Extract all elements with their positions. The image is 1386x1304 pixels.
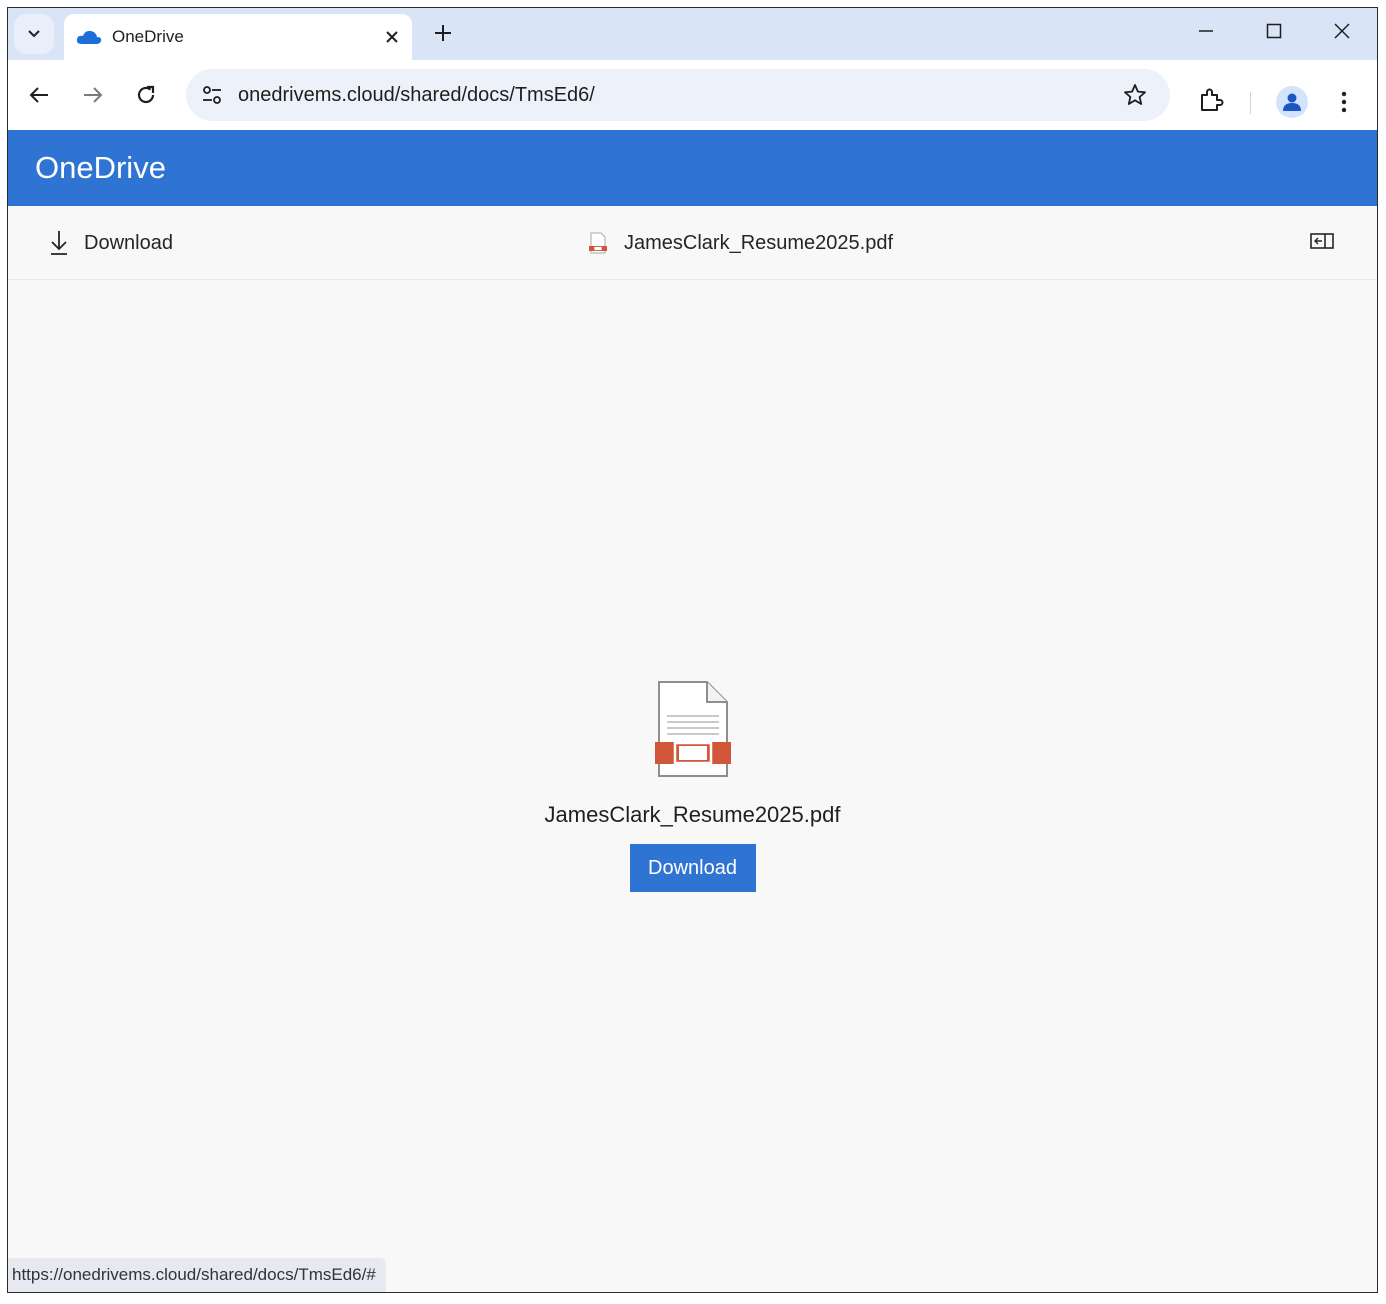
browser-toolbar: onedrivems.cloud/shared/docs/TmsEd6/ bbox=[8, 60, 1377, 130]
onedrive-header: OneDrive bbox=[8, 130, 1377, 206]
minimize-button[interactable] bbox=[1176, 14, 1236, 48]
command-download-label: Download bbox=[84, 231, 173, 254]
plus-icon bbox=[435, 25, 451, 41]
command-download-button[interactable]: Download bbox=[48, 228, 173, 258]
tab-strip: OneDrive bbox=[8, 8, 1377, 60]
tab-title: OneDrive bbox=[112, 27, 184, 46]
extensions-icon bbox=[1201, 88, 1224, 111]
details-panel-button[interactable] bbox=[1308, 230, 1336, 252]
tab-search-icon bbox=[28, 30, 40, 38]
back-icon bbox=[29, 87, 48, 103]
url-text[interactable]: onedrivems.cloud/shared/docs/TmsEd6/ bbox=[238, 84, 1120, 107]
tab-search-button[interactable] bbox=[14, 14, 54, 54]
profile-button[interactable] bbox=[1276, 86, 1308, 118]
toolbar-divider bbox=[1250, 92, 1251, 114]
site-settings-button[interactable] bbox=[200, 83, 224, 107]
window-close-button[interactable] bbox=[1312, 14, 1372, 48]
window-close-icon bbox=[1334, 23, 1350, 39]
maximize-button[interactable] bbox=[1244, 14, 1304, 48]
star-icon bbox=[1124, 84, 1146, 105]
browser-menu-button[interactable] bbox=[1332, 86, 1356, 118]
close-icon bbox=[386, 31, 398, 43]
minimize-icon bbox=[1199, 30, 1213, 32]
pdf-file-icon bbox=[654, 681, 731, 777]
back-button[interactable] bbox=[22, 78, 56, 112]
new-tab-button[interactable] bbox=[428, 18, 458, 48]
reload-icon bbox=[137, 85, 155, 104]
bookmark-button[interactable] bbox=[1120, 80, 1150, 110]
panel-icon bbox=[1310, 233, 1334, 249]
file-preview: JamesClark_Resume2025.pdf Download bbox=[8, 680, 1377, 892]
tab-close-button[interactable] bbox=[380, 25, 404, 49]
tab-onedrive[interactable]: OneDrive bbox=[64, 14, 412, 60]
onedrive-cloud-icon bbox=[76, 30, 102, 44]
file-title-label: JamesClark_Resume2025.pdf bbox=[624, 231, 894, 254]
browser-window: OneDrive onedrivems.cloud/shared/docs/Tm… bbox=[7, 7, 1378, 1293]
extensions-button[interactable] bbox=[1196, 86, 1226, 116]
file-title: JamesClark_Resume2025.pdf bbox=[588, 228, 893, 258]
command-bar: Download JamesClark_Resume2025.pdf bbox=[8, 206, 1377, 280]
status-bar-url: https://onedrivems.cloud/shared/docs/Tms… bbox=[8, 1258, 386, 1292]
download-icon bbox=[51, 231, 67, 255]
pdf-file-icon bbox=[589, 232, 607, 254]
preview-file-name: JamesClark_Resume2025.pdf bbox=[544, 802, 841, 827]
maximize-icon bbox=[1266, 23, 1282, 39]
address-bar[interactable]: onedrivems.cloud/shared/docs/TmsEd6/ bbox=[186, 69, 1170, 121]
profile-icon bbox=[1283, 93, 1301, 111]
more-icon bbox=[1341, 91, 1347, 113]
brand-title[interactable]: OneDrive bbox=[35, 150, 166, 186]
forward-icon bbox=[84, 87, 103, 103]
reload-button[interactable] bbox=[129, 78, 163, 112]
site-settings-icon bbox=[203, 86, 221, 104]
forward-button[interactable] bbox=[76, 78, 110, 112]
download-button[interactable]: Download bbox=[629, 844, 756, 892]
